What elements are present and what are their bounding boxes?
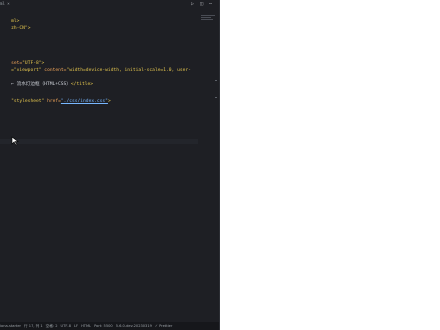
current-line-highlight [0,139,198,144]
code-token: "> [24,26,31,31]
minimap-line [201,15,215,16]
editor-actions: ▷ ◫ ⋯ [191,2,214,7]
status-prettier[interactable]: ✓ Prettier [155,324,172,328]
code-token: zh-CN [11,26,25,31]
status-branch[interactable]: iona-starter [0,324,21,328]
code-line: ="viewport" content="width=device-width,… [0,63,191,78]
minimap-line [201,17,211,18]
code-token: href= [47,99,61,104]
code-editor[interactable]: ml × ▷ ◫ ⋯ ml> zh-CN"> set="UTF-8"> ="vi… [0,0,220,330]
more-icon[interactable]: ⋯ [209,2,214,7]
code-link[interactable]: "./css/index.css" [61,99,108,104]
status-version[interactable]: 5.6.0-dev.20230319 [116,324,152,328]
code-line: zh-CN"> [0,21,30,36]
status-language[interactable]: HTML [81,324,91,328]
code-token: > [107,99,111,104]
status-line-col[interactable]: 行 17, 列 1 [24,324,43,329]
split-icon[interactable]: ◫ [200,2,205,7]
code-line: "stylesheet" href="./css/index.css"> [0,94,111,109]
status-bar: iona-starter 行 17, 列 1 空格: 2 UTF-8 LF HT… [0,322,220,330]
play-icon[interactable]: ▷ [191,2,196,7]
code-token: "width=device-width, initial-scale=1.0, … [66,68,191,73]
code-token: content= [44,68,67,73]
status-spaces[interactable]: 空格: 2 [46,324,58,329]
status-encoding[interactable]: UTF-8 [61,324,71,328]
minimap[interactable] [201,15,215,21]
scrollbar-marker [215,80,217,81]
code-line: ← 流水灯边框（HTML+CSS）</title> [0,77,93,92]
status-port[interactable]: Port: 5500 [94,324,113,328]
status-eol[interactable]: LF [74,324,78,328]
minimap-line [201,19,213,20]
scrollbar-marker [215,97,217,98]
code-token: </title> [70,82,94,87]
editor-tab-title[interactable]: ml × [0,1,10,6]
code-token: "stylesheet" [11,99,45,104]
code-token: ← 流水灯边框（HTML+CSS） [11,82,71,87]
mouse-pointer-icon [11,136,19,146]
code-token: ="viewport" [11,68,42,73]
preview-pane[interactable] [220,0,440,330]
